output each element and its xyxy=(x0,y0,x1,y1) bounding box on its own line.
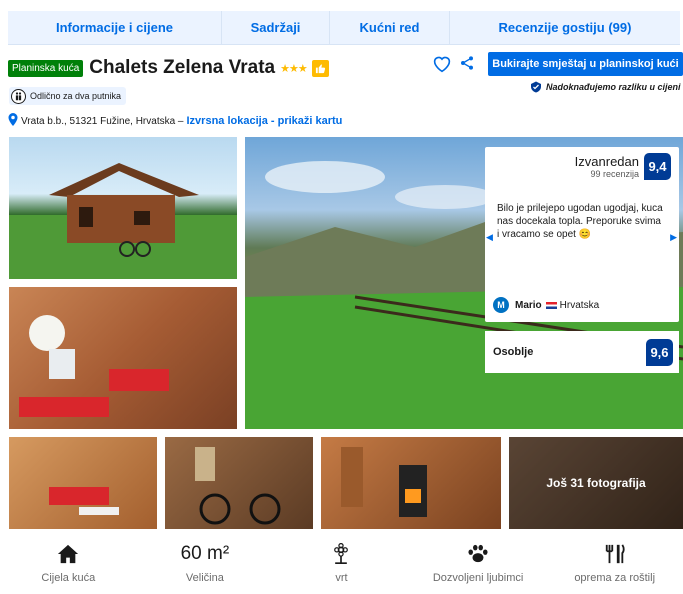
price-match-note[interactable]: Nadoknađujemo razliku u cijeni xyxy=(530,81,683,93)
flower-icon xyxy=(331,540,351,568)
chevron-right-icon[interactable]: ▶ xyxy=(670,232,677,243)
smile-emoji-icon: 😊 xyxy=(578,229,592,240)
reviewer-country: Hrvatska xyxy=(559,299,600,311)
couple-badge: Odlično za dva putnika xyxy=(9,87,127,105)
croatia-flag-icon xyxy=(545,301,557,309)
amenity-label: Dozvoljeni ljubimci xyxy=(432,572,524,584)
photo-chalet-exterior[interactable] xyxy=(9,137,237,279)
chevron-left-icon[interactable]: ◀ xyxy=(486,232,493,243)
tab-facilities[interactable]: Sadržaji xyxy=(222,11,330,44)
amenity-label: Cijela kuća xyxy=(41,572,96,584)
review-score-header: Izvanredan 99 recenzija 9,4 xyxy=(575,153,671,180)
amenity-pets: Dozvoljeni ljubimci xyxy=(410,540,547,594)
star-rating: ★★★ xyxy=(280,62,308,75)
address-row: Vrata b.b., 51321 Fužine, Hrvatska – Izv… xyxy=(8,113,342,129)
property-header: Planinska kuća Chalets Zelena Vrata ★★★ xyxy=(8,54,329,82)
amenity-bbq: oprema za roštilj xyxy=(546,540,683,594)
review-score: 9,4 xyxy=(644,153,671,180)
location-pin-icon xyxy=(8,113,18,129)
couple-badge-label: Odlično za dva putnika xyxy=(30,91,122,101)
check-shield-icon xyxy=(531,81,541,93)
staff-score-card: Osoblje 9,6 xyxy=(485,331,679,373)
property-type-badge: Planinska kuća xyxy=(8,59,84,77)
photo-sofa[interactable] xyxy=(9,437,157,529)
more-photos-overlay[interactable]: Još 31 fotografija xyxy=(509,437,683,529)
tab-guest-reviews[interactable]: Recenzije gostiju (99) xyxy=(450,11,680,44)
amenities-bar: Cijela kuća 60 m² Veličina vrt Dozvoljen… xyxy=(0,540,683,594)
photo-stove[interactable] xyxy=(321,437,501,529)
share-icon[interactable] xyxy=(459,55,475,76)
photo-meadow-landscape[interactable]: Izvanredan 99 recenzija 9,4 ◀ Bilo je pr… xyxy=(245,137,683,429)
price-match-label: Nadoknađujemo razliku u cijeni xyxy=(546,82,681,92)
heart-icon[interactable] xyxy=(432,55,452,78)
reviewer-name: Mario xyxy=(515,299,542,311)
show-map-link[interactable]: Izvrsna lokacija - prikaži kartu xyxy=(187,115,343,127)
reviewer: M Mario Hrvatska xyxy=(493,297,599,313)
photo-kitchen-more[interactable]: Još 31 fotografija xyxy=(509,437,683,529)
rating-word: Izvanredan xyxy=(574,154,639,169)
photo-bikes[interactable] xyxy=(165,437,313,529)
amenity-label: Veličina xyxy=(185,572,224,584)
size-value: 60 m² xyxy=(180,543,230,564)
book-button[interactable]: Bukirajte smještaj u planinskoj kući xyxy=(488,52,683,76)
review-card[interactable]: Izvanredan 99 recenzija 9,4 ◀ Bilo je pr… xyxy=(485,147,679,322)
photo-living-room[interactable] xyxy=(9,287,237,429)
property-tabs: Informacije i cijene Sadržaji Kućni red … xyxy=(8,11,680,45)
paw-icon xyxy=(467,540,489,568)
tab-info-prices[interactable]: Informacije i cijene xyxy=(8,11,222,44)
amenity-label: vrt xyxy=(335,572,348,584)
property-name: Chalets Zelena Vrata xyxy=(89,57,276,78)
review-count[interactable]: 99 recenzija xyxy=(575,169,639,179)
amenity-entire-house: Cijela kuća xyxy=(0,540,137,594)
amenity-garden: vrt xyxy=(273,540,410,594)
amenity-label: oprema za roštilj xyxy=(574,572,656,584)
grill-utensils-icon xyxy=(604,540,626,568)
avatar: M xyxy=(493,297,509,313)
house-icon xyxy=(57,540,79,568)
couple-icon xyxy=(11,88,26,104)
tab-house-rules[interactable]: Kućni red xyxy=(330,11,450,44)
staff-label: Osoblje xyxy=(493,346,534,358)
thumbs-up-icon xyxy=(311,59,329,77)
address-text: Vrata b.b., 51321 Fužine, Hrvatska – xyxy=(21,115,184,127)
review-quote: Bilo je prilejepo ugodan ugodjaj, kuca n… xyxy=(497,203,663,240)
amenity-size: 60 m² Veličina xyxy=(137,540,274,594)
staff-score: 9,6 xyxy=(646,338,673,366)
